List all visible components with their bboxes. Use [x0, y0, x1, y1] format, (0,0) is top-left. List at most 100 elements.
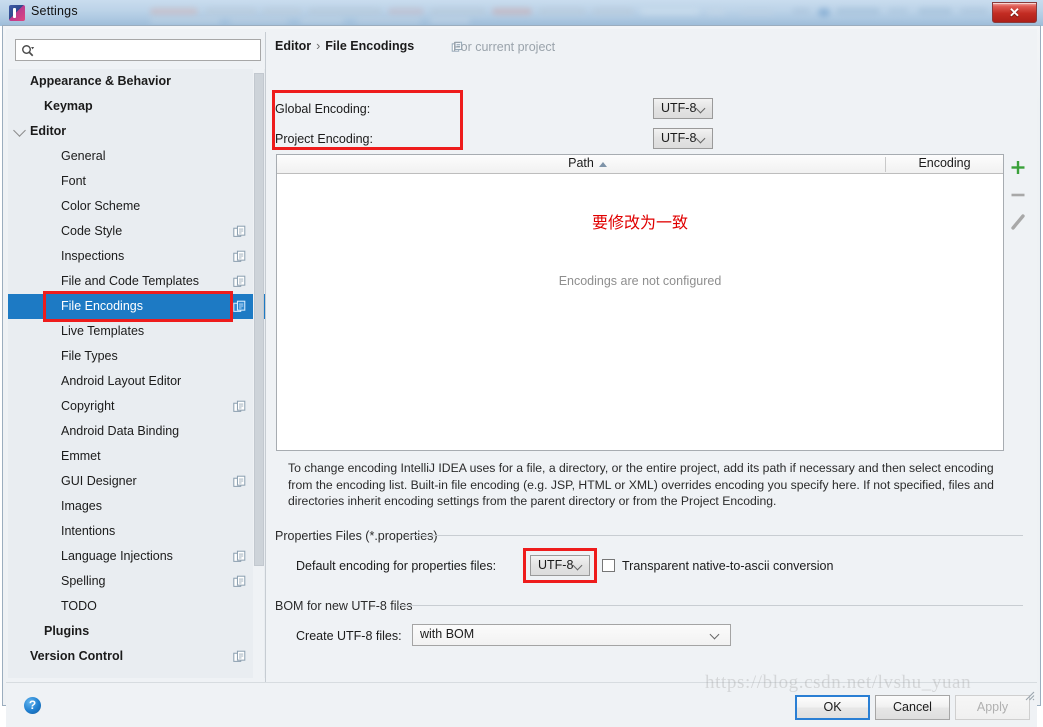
sidebar-item-file-encodings[interactable]: File Encodings — [8, 294, 265, 319]
sidebar-item-android-layout-editor[interactable]: Android Layout Editor — [8, 369, 265, 394]
sidebar-item-label: Images — [61, 499, 102, 513]
search-input[interactable] — [42, 42, 256, 59]
sidebar-item-emmet[interactable]: Emmet — [8, 275, 265, 678]
sidebar-item-label: Color Scheme — [61, 199, 141, 213]
properties-encoding-value: UTF-8 — [538, 558, 574, 572]
sidebar-item-appearance-behavior[interactable]: Appearance & Behavior — [8, 69, 265, 678]
properties-encoding-combo[interactable]: UTF-8 — [530, 555, 590, 576]
sidebar-item-label: File and Code Templates — [61, 274, 200, 288]
project-encoding-combo[interactable]: UTF-8 — [653, 128, 713, 149]
encodings-table[interactable]: Path Encoding 要修改为一致 Encodings are not c… — [276, 154, 1004, 451]
sidebar-item-copyright[interactable]: Copyright — [8, 225, 265, 678]
column-header-path[interactable]: Path — [277, 156, 885, 170]
close-icon[interactable]: ✕ — [992, 2, 1037, 23]
description-text: To change encoding IntelliJ IDEA uses fo… — [288, 461, 994, 508]
project-encoding-label: Project Encoding: — [275, 132, 373, 146]
sidebar-item-file-types[interactable]: File Types — [8, 344, 265, 369]
module-scope-icon — [233, 650, 246, 662]
breadcrumb-current: File Encodings — [325, 39, 415, 53]
sidebar-item-label: General — [61, 149, 106, 163]
sidebar-item-label: TODO — [61, 599, 97, 613]
sidebar-item-editor[interactable]: Editor — [8, 119, 265, 144]
chevron-down-icon — [695, 103, 706, 114]
properties-encoding-label: Default encoding for properties files: — [296, 559, 497, 573]
sidebar-item-label: Plugins — [44, 624, 90, 638]
sidebar-item-label: GUI Designer — [61, 474, 137, 488]
sidebar-item-label: Editor — [30, 124, 67, 138]
column-header-encoding[interactable]: Encoding — [886, 156, 1003, 170]
sidebar-item-font[interactable]: Font — [8, 169, 265, 194]
table-body: 要修改为一致 Encodings are not configured — [277, 174, 1003, 450]
search-field[interactable] — [15, 39, 261, 61]
create-utf8-label: Create UTF-8 files: — [296, 629, 402, 643]
sidebar-item-spelling[interactable]: Spelling — [8, 569, 265, 594]
resize-grip-icon[interactable] — [1024, 690, 1035, 701]
module-scope-icon — [233, 550, 246, 562]
add-button[interactable] — [1005, 154, 1031, 182]
title-bar: Settings ✕ — [0, 0, 1043, 26]
properties-group-divider — [408, 535, 1023, 536]
sidebar-item-intentions[interactable]: Intentions — [8, 519, 265, 544]
settings-window: Settings ✕ Appearance & Behavior Keymap Ed… — [0, 0, 1043, 727]
sidebar-item-inspections[interactable]: Inspections — [8, 244, 265, 269]
create-utf8-value: with BOM — [420, 627, 475, 641]
module-scope-icon — [233, 275, 246, 287]
sidebar-item-label: Font — [61, 174, 87, 188]
breadcrumb-separator: › — [316, 39, 321, 53]
edit-button[interactable] — [1005, 208, 1031, 236]
table-header-row: Path Encoding — [277, 155, 1003, 174]
table-toolbar — [1005, 154, 1031, 244]
sidebar-item-live-templates[interactable]: Live Templates — [8, 319, 265, 344]
module-scope-icon — [233, 475, 246, 487]
module-scope-icon — [233, 400, 246, 412]
sidebar-item-label: Keymap — [44, 99, 93, 113]
sidebar-item-label: Emmet — [61, 449, 101, 463]
sidebar-item-general[interactable]: General — [8, 69, 265, 678]
pencil-icon — [1011, 214, 1025, 230]
annotation-text-cjk: 要修改为一致 — [591, 213, 688, 232]
sidebar-item-label: File Types — [61, 349, 118, 363]
sidebar-item-file-and-code-templates[interactable]: File and Code Templates — [8, 269, 265, 294]
sidebar-item-todo[interactable]: TODO — [8, 594, 265, 619]
sidebar-item-version-control[interactable]: Version Control — [8, 475, 265, 678]
chevron-down-icon — [695, 133, 706, 144]
transparent-native-checkbox[interactable] — [602, 559, 615, 572]
sidebar-item-label: Appearance & Behavior — [30, 74, 172, 88]
sidebar-item-android-data-binding[interactable]: Android Data Binding — [8, 419, 265, 444]
chevron-down-icon — [572, 560, 583, 571]
window-title: Settings — [31, 4, 78, 18]
tree-scrollbar-thumb[interactable] — [254, 73, 264, 566]
help-button[interactable]: ? — [24, 697, 41, 714]
sidebar-item-label: File Encodings — [61, 299, 143, 313]
breadcrumb: Editor › File Encodings — [275, 39, 414, 53]
plus-icon — [1011, 161, 1025, 174]
bom-group-title: BOM for new UTF-8 files — [275, 599, 413, 613]
global-encoding-combo[interactable]: UTF-8 — [653, 98, 713, 119]
sidebar-item-color-scheme[interactable]: Color Scheme — [8, 69, 265, 678]
sidebar-item-plugins[interactable]: Plugins — [8, 619, 265, 644]
module-scope-icon — [233, 225, 246, 237]
sidebar-item-gui-designer[interactable]: GUI Designer — [8, 469, 265, 494]
search-icon — [22, 45, 35, 57]
sidebar-item-label: Spelling — [61, 574, 106, 588]
sidebar-item-keymap[interactable]: Keymap — [8, 94, 265, 119]
sidebar-item-label: Copyright — [61, 399, 115, 413]
breadcrumb-parent[interactable]: Editor — [275, 39, 311, 53]
sidebar-item-images[interactable]: Images — [8, 494, 265, 519]
table-empty-message: Encodings are not configured — [558, 274, 722, 288]
project-encoding-value: UTF-8 — [661, 131, 697, 145]
transparent-native-label: Transparent native-to-ascii conversion — [622, 559, 834, 573]
chevron-down-icon[interactable] — [13, 124, 26, 137]
sidebar-item-code-style[interactable]: Code Style — [8, 69, 265, 678]
scope-note: For current project — [453, 40, 556, 54]
settings-tree[interactable]: Appearance & Behavior Keymap Editor General… — [8, 69, 265, 678]
remove-button[interactable] — [1005, 181, 1031, 209]
dialog-frame: Appearance & Behavior Keymap Editor General… — [2, 25, 1041, 727]
sidebar-item-label: Android Layout Editor — [61, 374, 182, 388]
sort-ascending-icon — [599, 162, 607, 167]
create-utf8-combo[interactable]: with BOM — [412, 624, 731, 646]
sidebar-item-label: Live Templates — [61, 324, 145, 338]
sidebar-item-label: Intentions — [61, 524, 116, 538]
panel-divider — [265, 32, 266, 685]
sidebar-item-language-injections[interactable]: Language Injections — [8, 375, 265, 678]
